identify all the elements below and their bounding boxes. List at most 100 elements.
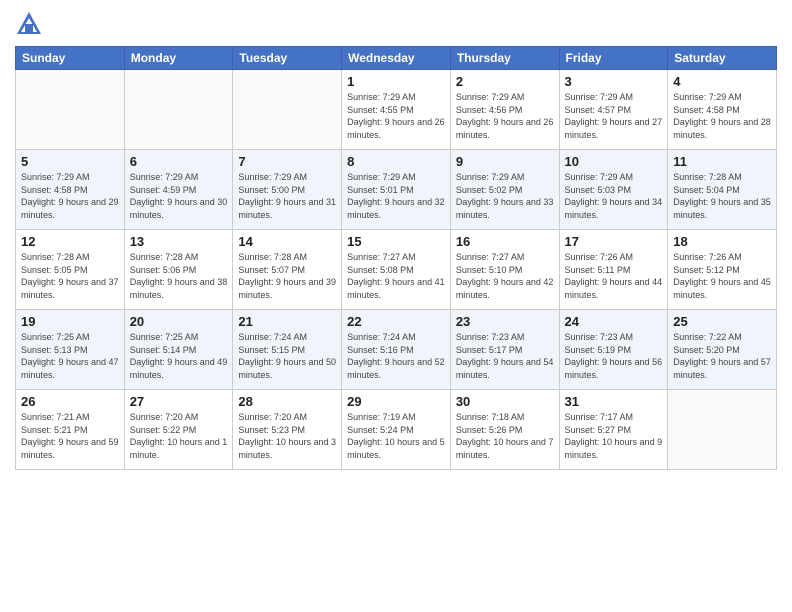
day-info: Sunrise: 7:20 AM Sunset: 5:22 PM Dayligh… <box>130 411 228 461</box>
day-number: 2 <box>456 74 554 89</box>
header <box>15 10 777 38</box>
day-number: 23 <box>456 314 554 329</box>
day-number: 7 <box>238 154 336 169</box>
day-cell: 24Sunrise: 7:23 AM Sunset: 5:19 PM Dayli… <box>559 310 668 390</box>
day-number: 31 <box>565 394 663 409</box>
day-info: Sunrise: 7:29 AM Sunset: 4:56 PM Dayligh… <box>456 91 554 141</box>
week-row-3: 12 Sunrise: 7:28 AM Sunset: 5:05 PM Dayli… <box>16 230 777 310</box>
day-number: 1 <box>347 74 445 89</box>
calendar-page: SundayMondayTuesdayWednesdayThursdayFrid… <box>0 0 792 612</box>
day-info: Sunrise: 7:25 AM Sunset: 5:14 PM Dayligh… <box>130 331 228 381</box>
day-number: 11 <box>673 154 771 169</box>
week-row-4: 19 Sunrise: 7:25 AM Sunset: 5:13 PM Dayli… <box>16 310 777 390</box>
week-row-5: 26 Sunrise: 7:21 AM Sunset: 5:21 PM Dayli… <box>16 390 777 470</box>
day-info: Sunrise: 7:24 AM Sunset: 5:16 PM Dayligh… <box>347 331 445 381</box>
day-number: 18 <box>673 234 771 249</box>
day-number: 9 <box>456 154 554 169</box>
day-number: 29 <box>347 394 445 409</box>
day-number: 3 <box>565 74 663 89</box>
day-cell: 4Sunrise: 7:29 AM Sunset: 4:58 PM Daylig… <box>668 70 777 150</box>
day-cell: 21 Sunrise: 7:24 AM Sunset: 5:15 PM Dayli… <box>233 310 342 390</box>
day-info: Sunrise: 7:17 AM Sunset: 5:27 PM Dayligh… <box>565 411 663 461</box>
day-number: 28 <box>238 394 336 409</box>
day-info: Sunrise: 7:23 AM Sunset: 5:17 PM Dayligh… <box>456 331 554 381</box>
day-cell: 17 Sunrise: 7:26 AM Sunset: 5:11 PM Dayli… <box>559 230 668 310</box>
day-number: 4 <box>673 74 771 89</box>
day-cell: 20 Sunrise: 7:25 AM Sunset: 5:14 PM Dayli… <box>124 310 233 390</box>
week-row-2: 5 Sunrise: 7:29 AM Sunset: 4:58 PM Daylig… <box>16 150 777 230</box>
day-info: Sunrise: 7:28 AM Sunset: 5:07 PM Dayligh… <box>238 251 336 301</box>
day-number: 19 <box>21 314 119 329</box>
day-cell: 8Sunrise: 7:29 AM Sunset: 5:01 PM Daylig… <box>342 150 451 230</box>
logo-icon <box>15 10 43 38</box>
weekday-header-friday: Friday <box>559 47 668 70</box>
day-info: Sunrise: 7:27 AM Sunset: 5:08 PM Dayligh… <box>347 251 445 301</box>
calendar-table: SundayMondayTuesdayWednesdayThursdayFrid… <box>15 46 777 470</box>
day-cell: 12 Sunrise: 7:28 AM Sunset: 5:05 PM Dayli… <box>16 230 125 310</box>
day-info: Sunrise: 7:21 AM Sunset: 5:21 PM Dayligh… <box>21 411 119 461</box>
day-cell: 26 Sunrise: 7:21 AM Sunset: 5:21 PM Dayli… <box>16 390 125 470</box>
day-number: 12 <box>21 234 119 249</box>
day-cell: 18 Sunrise: 7:26 AM Sunset: 5:12 PM Dayli… <box>668 230 777 310</box>
day-number: 13 <box>130 234 228 249</box>
weekday-header-row: SundayMondayTuesdayWednesdayThursdayFrid… <box>16 47 777 70</box>
day-info: Sunrise: 7:26 AM Sunset: 5:11 PM Dayligh… <box>565 251 663 301</box>
day-number: 20 <box>130 314 228 329</box>
day-info: Sunrise: 7:29 AM Sunset: 5:00 PM Dayligh… <box>238 171 336 221</box>
day-cell: 7 Sunrise: 7:29 AM Sunset: 5:00 PM Daylig… <box>233 150 342 230</box>
day-number: 26 <box>21 394 119 409</box>
day-info: Sunrise: 7:28 AM Sunset: 5:04 PM Dayligh… <box>673 171 771 221</box>
day-info: Sunrise: 7:19 AM Sunset: 5:24 PM Dayligh… <box>347 411 445 461</box>
day-info: Sunrise: 7:26 AM Sunset: 5:12 PM Dayligh… <box>673 251 771 301</box>
day-cell <box>124 70 233 150</box>
day-number: 27 <box>130 394 228 409</box>
day-number: 16 <box>456 234 554 249</box>
day-cell: 1Sunrise: 7:29 AM Sunset: 4:55 PM Daylig… <box>342 70 451 150</box>
day-info: Sunrise: 7:18 AM Sunset: 5:26 PM Dayligh… <box>456 411 554 461</box>
day-info: Sunrise: 7:29 AM Sunset: 5:03 PM Dayligh… <box>565 171 663 221</box>
day-info: Sunrise: 7:28 AM Sunset: 5:05 PM Dayligh… <box>21 251 119 301</box>
weekday-header-tuesday: Tuesday <box>233 47 342 70</box>
day-info: Sunrise: 7:23 AM Sunset: 5:19 PM Dayligh… <box>565 331 663 381</box>
day-cell: 19 Sunrise: 7:25 AM Sunset: 5:13 PM Dayli… <box>16 310 125 390</box>
weekday-header-saturday: Saturday <box>668 47 777 70</box>
day-number: 17 <box>565 234 663 249</box>
day-number: 22 <box>347 314 445 329</box>
day-cell: 31 Sunrise: 7:17 AM Sunset: 5:27 PM Dayli… <box>559 390 668 470</box>
day-cell: 13Sunrise: 7:28 AM Sunset: 5:06 PM Dayli… <box>124 230 233 310</box>
day-cell: 11 Sunrise: 7:28 AM Sunset: 5:04 PM Dayli… <box>668 150 777 230</box>
day-cell: 2 Sunrise: 7:29 AM Sunset: 4:56 PM Daylig… <box>450 70 559 150</box>
day-cell: 25 Sunrise: 7:22 AM Sunset: 5:20 PM Dayli… <box>668 310 777 390</box>
day-number: 14 <box>238 234 336 249</box>
day-cell: 30 Sunrise: 7:18 AM Sunset: 5:26 PM Dayli… <box>450 390 559 470</box>
day-info: Sunrise: 7:22 AM Sunset: 5:20 PM Dayligh… <box>673 331 771 381</box>
day-number: 25 <box>673 314 771 329</box>
day-number: 5 <box>21 154 119 169</box>
day-cell: 23 Sunrise: 7:23 AM Sunset: 5:17 PM Dayli… <box>450 310 559 390</box>
day-info: Sunrise: 7:29 AM Sunset: 4:59 PM Dayligh… <box>130 171 228 221</box>
day-cell: 15Sunrise: 7:27 AM Sunset: 5:08 PM Dayli… <box>342 230 451 310</box>
day-cell: 3 Sunrise: 7:29 AM Sunset: 4:57 PM Daylig… <box>559 70 668 150</box>
day-cell: 5 Sunrise: 7:29 AM Sunset: 4:58 PM Daylig… <box>16 150 125 230</box>
logo <box>15 10 47 38</box>
day-info: Sunrise: 7:24 AM Sunset: 5:15 PM Dayligh… <box>238 331 336 381</box>
day-number: 6 <box>130 154 228 169</box>
day-cell: 29 Sunrise: 7:19 AM Sunset: 5:24 PM Dayli… <box>342 390 451 470</box>
day-number: 10 <box>565 154 663 169</box>
day-number: 8 <box>347 154 445 169</box>
day-info: Sunrise: 7:29 AM Sunset: 4:57 PM Dayligh… <box>565 91 663 141</box>
day-cell: 16 Sunrise: 7:27 AM Sunset: 5:10 PM Dayli… <box>450 230 559 310</box>
day-cell: 9Sunrise: 7:29 AM Sunset: 5:02 PM Daylig… <box>450 150 559 230</box>
day-cell <box>233 70 342 150</box>
day-cell <box>16 70 125 150</box>
day-cell: 10 Sunrise: 7:29 AM Sunset: 5:03 PM Dayli… <box>559 150 668 230</box>
day-info: Sunrise: 7:29 AM Sunset: 4:58 PM Dayligh… <box>21 171 119 221</box>
day-info: Sunrise: 7:25 AM Sunset: 5:13 PM Dayligh… <box>21 331 119 381</box>
day-info: Sunrise: 7:27 AM Sunset: 5:10 PM Dayligh… <box>456 251 554 301</box>
day-info: Sunrise: 7:20 AM Sunset: 5:23 PM Dayligh… <box>238 411 336 461</box>
week-row-1: 1Sunrise: 7:29 AM Sunset: 4:55 PM Daylig… <box>16 70 777 150</box>
day-number: 30 <box>456 394 554 409</box>
day-number: 21 <box>238 314 336 329</box>
day-cell: 28 Sunrise: 7:20 AM Sunset: 5:23 PM Dayli… <box>233 390 342 470</box>
weekday-header-sunday: Sunday <box>16 47 125 70</box>
